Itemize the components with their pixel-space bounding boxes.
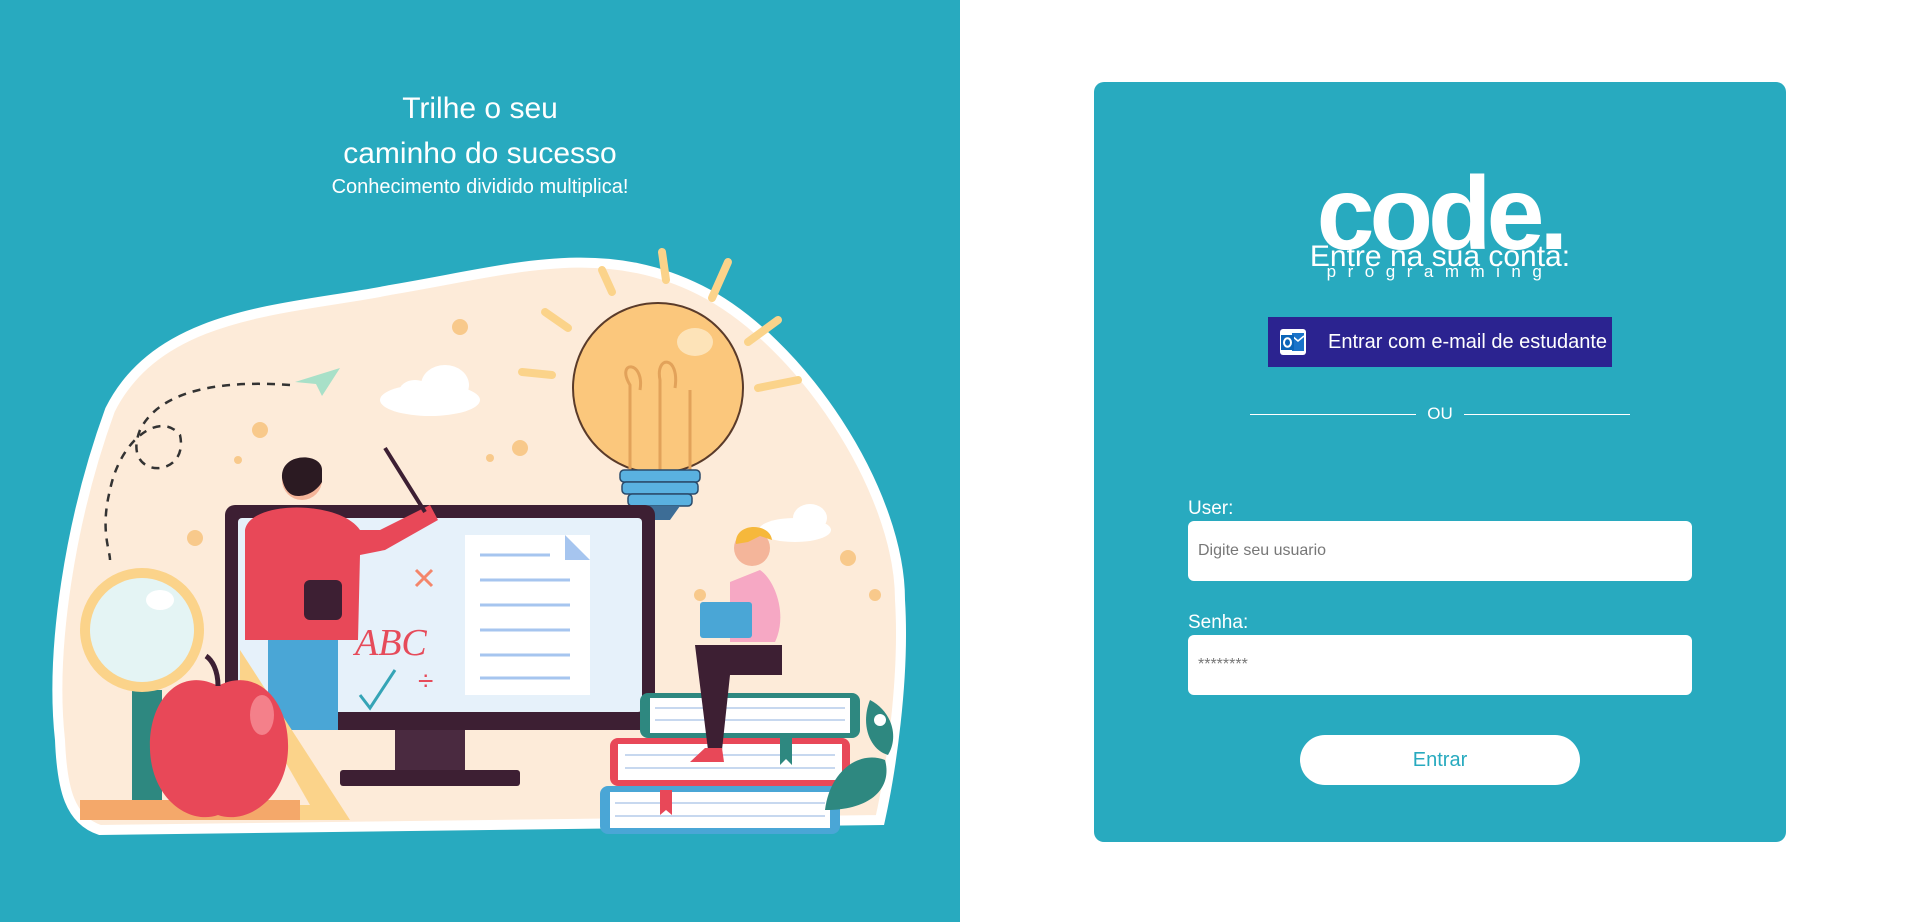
divider-line-right [1464, 414, 1630, 415]
user-input[interactable] [1188, 521, 1692, 581]
login-card: code. programming Entre na sua conta: En… [1094, 82, 1786, 842]
password-label: Senha: [1188, 612, 1249, 633]
or-divider: OU [1250, 404, 1630, 424]
hero-subtitle: Conhecimento dividido multiplica! [331, 176, 629, 198]
student-email-login-button[interactable]: Entrar com e-mail de estudante [1268, 317, 1612, 367]
outlook-icon [1280, 329, 1306, 355]
education-illustration: ABC ÷ [52, 248, 906, 836]
hero-panel: Trilhe o seu caminho do sucesso Conhecim… [0, 0, 960, 922]
student-email-login-label: Entrar com e-mail de estudante [1328, 330, 1608, 353]
board-letters: ABC [352, 622, 427, 664]
user-label: User: [1188, 498, 1234, 519]
submit-button[interactable]: Entrar [1300, 735, 1580, 785]
login-title: Entre na sua conta: [1309, 240, 1571, 273]
math-symbol: ÷ [418, 665, 433, 696]
hero-title-line1: Trilhe o seu [402, 92, 558, 125]
password-input[interactable] [1188, 635, 1692, 695]
hero-title: Trilhe o seu caminho do sucesso [0, 86, 960, 176]
hero-title-line2: caminho do sucesso [343, 137, 617, 170]
